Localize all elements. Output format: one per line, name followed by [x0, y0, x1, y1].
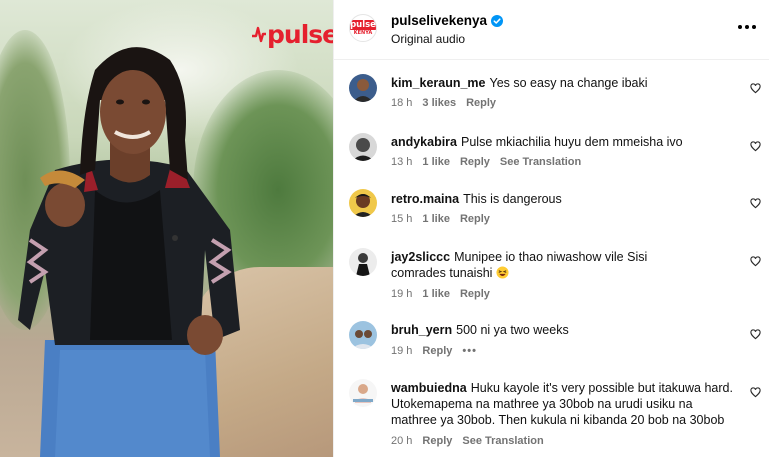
comment-options-icon[interactable]: •••	[462, 345, 477, 357]
comment-username[interactable]: jay2sliccc	[391, 250, 450, 264]
comment-username[interactable]: bruh_yern	[391, 323, 452, 337]
pulse-logo: pulse	[252, 18, 333, 50]
comment-likes[interactable]: 3 likes	[422, 97, 456, 109]
comment-time: 19 h	[391, 345, 413, 357]
heart-icon[interactable]	[750, 83, 761, 94]
comment-username[interactable]: kim_keraun_me	[391, 76, 486, 90]
avatar-logo-text: pulse	[350, 20, 376, 30]
comment-text: 500 ni ya two weeks	[456, 323, 569, 337]
laughing-emoji-icon	[496, 266, 509, 279]
commenter-avatar[interactable]	[349, 379, 377, 407]
reply-button[interactable]: Reply	[460, 288, 490, 300]
heart-icon[interactable]	[750, 329, 761, 340]
pulse-logo-text: pulse	[267, 19, 333, 49]
reply-button[interactable]: Reply	[460, 213, 490, 225]
see-translation-link[interactable]: See Translation	[500, 156, 581, 168]
original-audio-link[interactable]: Original audio	[391, 32, 465, 46]
heart-icon[interactable]	[750, 256, 761, 267]
account-username[interactable]: pulselivekenya	[391, 13, 487, 28]
heart-icon[interactable]	[750, 387, 761, 398]
comment-username[interactable]: andykabira	[391, 135, 457, 149]
comment-text: Pulse mkiachilia huyu dem mmeisha ivo	[461, 135, 683, 149]
comment-text-block: wambuiedna Huku kayole it's very possible…	[391, 380, 736, 428]
comment-text-block: kim_keraun_me Yes so easy na change ibaki	[391, 75, 731, 91]
pulse-wave-icon	[252, 26, 266, 43]
post-media[interactable]: pulse	[0, 0, 333, 457]
comment-meta: 13 h 1 like Reply See Translation	[391, 156, 581, 168]
comment-username[interactable]: wambuiedna	[391, 381, 467, 395]
commenter-avatar[interactable]	[349, 189, 377, 217]
commenter-avatar[interactable]	[349, 321, 377, 349]
comment-meta: 18 h 3 likes Reply	[391, 97, 496, 109]
reply-button[interactable]: Reply	[466, 97, 496, 109]
comment-time: 13 h	[391, 156, 413, 168]
comment-likes[interactable]: 1 like	[422, 156, 450, 168]
comment-meta: 19 h 1 like Reply	[391, 288, 490, 300]
comment-meta: 20 h Reply See Translation	[391, 435, 544, 447]
account-row: pulselivekenya	[391, 13, 504, 28]
verified-badge-icon	[491, 14, 504, 27]
comment-text-block: bruh_yern 500 ni ya two weeks	[391, 322, 731, 338]
post-header: pulse KENYA pulselivekenya Original audi…	[334, 0, 769, 60]
commenter-avatar[interactable]	[349, 74, 377, 102]
reply-button[interactable]: Reply	[422, 345, 452, 357]
comment-meta: 15 h 1 like Reply	[391, 213, 490, 225]
reply-button[interactable]: Reply	[460, 156, 490, 168]
comment-username[interactable]: retro.maina	[391, 192, 459, 206]
comment-time: 15 h	[391, 213, 413, 225]
more-options-icon[interactable]	[738, 18, 756, 36]
account-avatar[interactable]: pulse KENYA	[349, 14, 377, 42]
woman-figure	[18, 47, 240, 457]
reply-button[interactable]: Reply	[422, 435, 452, 447]
commenter-avatar[interactable]	[349, 248, 377, 276]
comment-likes[interactable]: 1 like	[422, 213, 450, 225]
comment-text-block: andykabira Pulse mkiachilia huyu dem mmei…	[391, 134, 731, 150]
see-translation-link[interactable]: See Translation	[462, 435, 543, 447]
comment-text-block: jay2sliccc Munipee io thao niwashow vile …	[391, 249, 701, 281]
comment-time: 18 h	[391, 97, 413, 109]
comment-time: 20 h	[391, 435, 413, 447]
comment-text: Yes so easy na change ibaki	[489, 76, 648, 90]
comment-text: This is dangerous	[463, 192, 562, 206]
avatar-logo-subtext: KENYA	[353, 30, 373, 36]
heart-icon[interactable]	[750, 198, 761, 209]
comment-text-block: retro.maina This is dangerous	[391, 191, 731, 207]
comment-likes[interactable]: 1 like	[422, 288, 450, 300]
comments-panel: pulse KENYA pulselivekenya Original audi…	[333, 0, 769, 457]
heart-icon[interactable]	[750, 141, 761, 152]
comment-time: 19 h	[391, 288, 413, 300]
commenter-avatar[interactable]	[349, 133, 377, 161]
comment-meta: 19 h Reply •••	[391, 345, 477, 357]
